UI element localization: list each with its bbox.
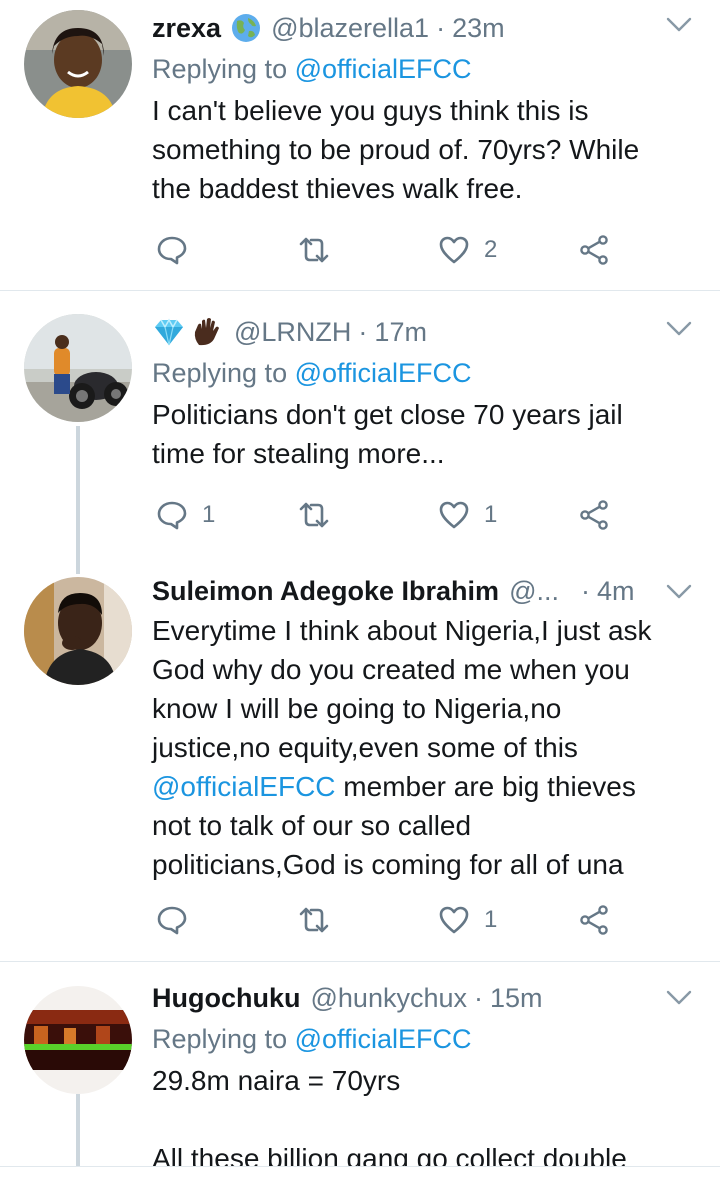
separator-dot: · bbox=[474, 983, 483, 1013]
bottom-bar bbox=[0, 1166, 720, 1179]
tweet-1[interactable]: zrexa @blazerella1 · 23m Replying to @of… bbox=[0, 0, 720, 290]
text-line: Politicians don't get close 70 years jai… bbox=[152, 399, 623, 430]
tweet-3[interactable]: Suleimon Adegoke Ibrahim @... · 4m Every… bbox=[0, 562, 720, 960]
like-count: 1 bbox=[484, 501, 498, 528]
text-line: I can't believe you guys think this is bbox=[152, 95, 589, 126]
mention-link[interactable]: @officialEFCC bbox=[152, 771, 336, 802]
separator-dot: · bbox=[436, 13, 446, 43]
chevron-down-icon[interactable] bbox=[666, 17, 692, 33]
tweet-text: I can't believe you guys think this is s… bbox=[152, 91, 692, 208]
like-count: 2 bbox=[484, 236, 498, 263]
reply-icon bbox=[157, 906, 187, 935]
retweet-button[interactable] bbox=[298, 230, 344, 270]
retweet-button[interactable] bbox=[298, 900, 344, 940]
chevron-down-icon[interactable] bbox=[666, 321, 692, 337]
tweet-4[interactable]: Hugochuku @hunkychux · 15m Replying to @… bbox=[0, 962, 720, 1174]
like-button[interactable]: 2 bbox=[438, 230, 497, 270]
tweet-text: 29.8m naira = 70yrs All these billion ga… bbox=[152, 1061, 692, 1178]
replying-to: Replying to @officialEFCC bbox=[152, 50, 692, 88]
replying-to-label: Replying to bbox=[152, 358, 295, 388]
heart-icon bbox=[439, 236, 469, 264]
chevron-down-icon[interactable] bbox=[666, 990, 692, 1006]
timestamp[interactable]: 17m bbox=[374, 312, 427, 352]
avatar[interactable] bbox=[24, 10, 132, 118]
mention-link[interactable]: @officialEFCC bbox=[295, 54, 472, 84]
timestamp[interactable]: 4m bbox=[597, 571, 635, 611]
user-handle[interactable]: @LRNZH bbox=[234, 312, 351, 352]
text-line: the baddest thieves walk free. bbox=[152, 173, 523, 204]
display-name[interactable]: Suleimon Adegoke Ibrahim bbox=[152, 571, 499, 611]
waving-hand-emoji-icon bbox=[190, 315, 224, 349]
heart-icon bbox=[439, 906, 469, 934]
share-icon bbox=[580, 905, 608, 935]
separator-dot: · bbox=[580, 576, 590, 606]
reply-button[interactable] bbox=[156, 230, 202, 270]
display-name[interactable]: Hugochuku bbox=[152, 978, 301, 1018]
text-line: Everytime I think about Nigeria,I just a… bbox=[152, 615, 652, 646]
text-line: God why do you created me when you bbox=[152, 654, 630, 685]
retweet-icon bbox=[299, 237, 329, 263]
reply-icon bbox=[157, 501, 187, 530]
user-handle[interactable]: @... bbox=[509, 571, 559, 611]
share-button[interactable] bbox=[578, 495, 610, 535]
text-line: know I will be going to Nigeria,no bbox=[152, 693, 562, 724]
text-line bbox=[152, 1100, 692, 1139]
tweet-text: Politicians don't get close 70 years jai… bbox=[152, 395, 692, 473]
user-handle[interactable]: @blazerella1 bbox=[271, 8, 429, 48]
replying-to: Replying to @officialEFCC bbox=[152, 354, 692, 392]
avatar[interactable] bbox=[24, 314, 132, 422]
text-line: politicians,God is coming for all of una bbox=[152, 849, 624, 880]
timestamp[interactable]: 15m bbox=[490, 978, 543, 1018]
retweet-button[interactable] bbox=[298, 495, 344, 535]
globe-emoji-icon bbox=[231, 13, 261, 43]
retweet-icon bbox=[299, 907, 329, 933]
replying-to: Replying to @officialEFCC bbox=[152, 1020, 692, 1058]
like-button[interactable]: 1 bbox=[438, 900, 497, 940]
text-line: not to talk of our so called bbox=[152, 810, 472, 841]
like-count: 1 bbox=[484, 906, 498, 933]
share-button[interactable] bbox=[578, 230, 610, 270]
tweet-2[interactable]: @LRNZH · 17m Replying to @officialEFCC P… bbox=[0, 291, 720, 561]
user-handle[interactable]: @hunkychux bbox=[311, 978, 468, 1018]
text-fragment: member are big thieves bbox=[335, 771, 636, 802]
like-button[interactable]: 1 bbox=[438, 495, 497, 535]
share-icon bbox=[580, 235, 608, 265]
chevron-down-icon[interactable] bbox=[666, 584, 692, 600]
avatar[interactable] bbox=[24, 986, 132, 1094]
avatar[interactable] bbox=[24, 577, 132, 685]
tweet-text: Everytime I think about Nigeria,I just a… bbox=[152, 611, 692, 884]
text-line: time for stealing more... bbox=[152, 438, 445, 469]
text-line: justice,no equity,even some of this bbox=[152, 732, 578, 763]
reply-button[interactable] bbox=[156, 900, 202, 940]
retweet-icon bbox=[299, 502, 329, 528]
heart-icon bbox=[439, 501, 469, 529]
share-icon bbox=[580, 500, 608, 530]
share-button[interactable] bbox=[578, 900, 610, 940]
text-line: 29.8m naira = 70yrs bbox=[152, 1065, 401, 1096]
text-line: something to be proud of. 70yrs? While bbox=[152, 134, 640, 165]
replying-to-label: Replying to bbox=[152, 1024, 295, 1054]
replying-to-label: Replying to bbox=[152, 54, 295, 84]
separator-dot: · bbox=[358, 317, 368, 347]
reply-icon bbox=[157, 236, 187, 265]
reply-button[interactable]: 1 bbox=[156, 495, 215, 535]
mention-link[interactable]: @officialEFCC bbox=[295, 1024, 472, 1054]
diamond-emoji-icon bbox=[152, 315, 186, 349]
reply-count: 1 bbox=[202, 501, 216, 528]
mention-link[interactable]: @officialEFCC bbox=[295, 358, 472, 388]
timestamp[interactable]: 23m bbox=[452, 8, 505, 48]
display-name[interactable]: zrexa bbox=[152, 8, 221, 48]
text-line: @officialEFCC member are big thieves bbox=[152, 767, 692, 806]
